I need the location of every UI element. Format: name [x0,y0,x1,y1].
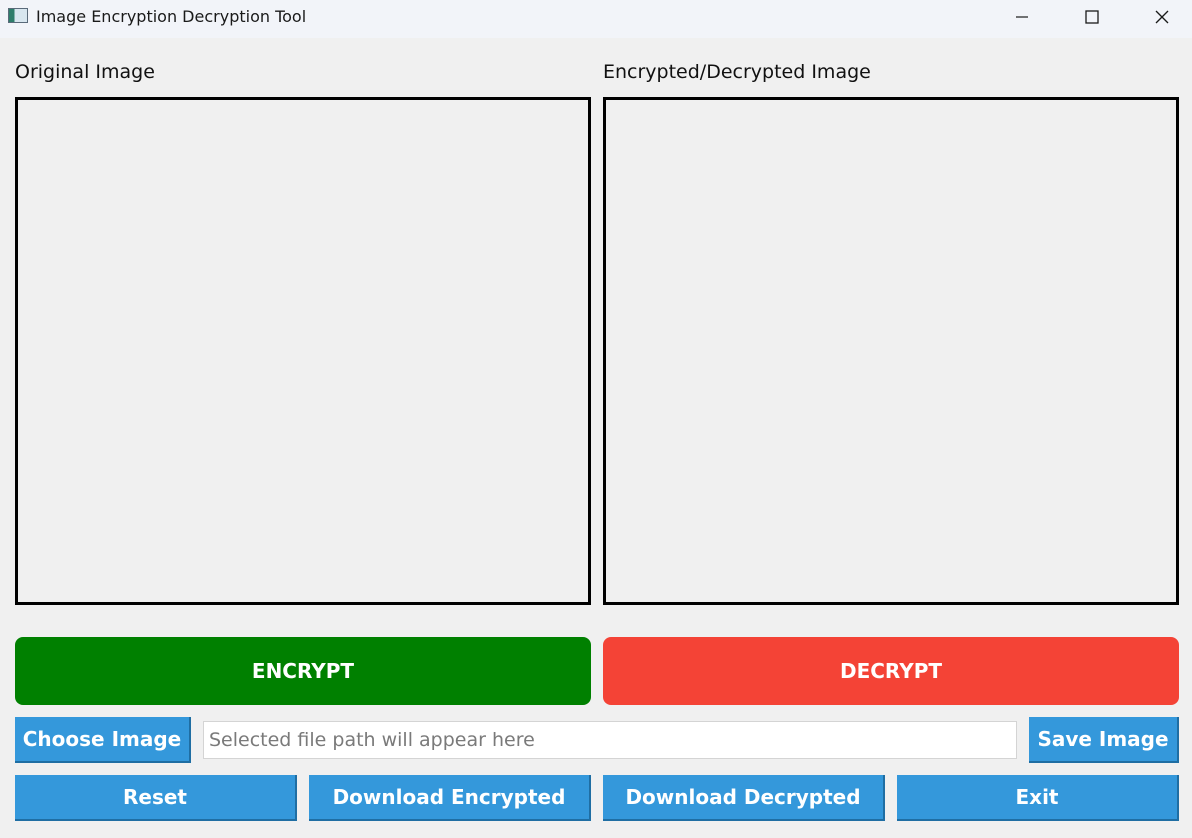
close-icon [1155,10,1169,24]
window-title: Image Encryption Decryption Tool [36,7,307,26]
original-image-label: Original Image [15,61,155,83]
minimize-button[interactable] [999,0,1045,34]
decrypt-button[interactable]: DECRYPT [603,637,1179,705]
minimize-icon [1016,16,1028,18]
exit-button[interactable]: Exit [897,775,1179,821]
download-encrypted-button[interactable]: Download Encrypted [309,775,591,821]
choose-image-button[interactable]: Choose Image [15,717,191,763]
file-path-input[interactable] [203,721,1017,759]
result-image-frame [603,97,1179,605]
result-image-label: Encrypted/Decrypted Image [603,61,871,83]
close-button[interactable] [1139,0,1185,34]
maximize-icon [1085,10,1099,24]
encrypt-button[interactable]: ENCRYPT [15,637,591,705]
title-bar: Image Encryption Decryption Tool [0,0,1192,38]
save-image-button[interactable]: Save Image [1029,717,1179,763]
app-icon [8,8,28,23]
reset-button[interactable]: Reset [15,775,297,821]
maximize-button[interactable] [1069,0,1115,34]
original-image-frame [15,97,591,605]
download-decrypted-button[interactable]: Download Decrypted [603,775,885,821]
